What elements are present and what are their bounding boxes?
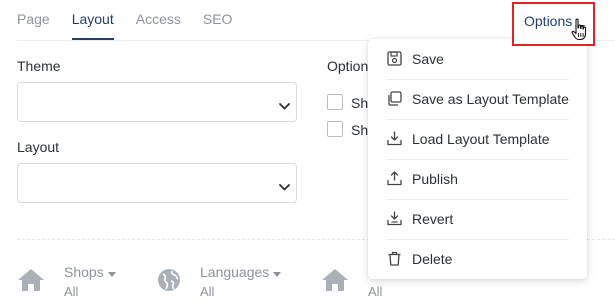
home-icon: [321, 268, 349, 295]
hand-cursor-icon: [571, 18, 589, 45]
trash-icon: [387, 251, 402, 269]
home-icon: [17, 268, 45, 295]
menu-item-load-template[interactable]: Load Layout Template: [368, 119, 587, 159]
tab-layout[interactable]: Layout: [71, 0, 114, 40]
options-dropdown-menu: Save Save as Layout Template Load Layout…: [368, 39, 587, 279]
menu-item-save-label: Save: [412, 51, 444, 67]
menu-item-publish[interactable]: Publish: [368, 159, 587, 199]
upload-icon: [387, 171, 402, 189]
option-checkbox-2-label: Sh: [351, 122, 369, 138]
chevron-down-icon: [279, 97, 290, 113]
chevron-down-icon: [279, 178, 290, 194]
tab-access[interactable]: Access: [136, 0, 181, 40]
third-value: All: [368, 284, 383, 299]
copy-icon: [387, 91, 402, 109]
revert-icon: [387, 211, 402, 229]
menu-item-revert-label: Revert: [412, 211, 454, 227]
globe-icon: [157, 268, 181, 295]
shops-selector[interactable]: Shops All: [17, 262, 137, 302]
menu-item-load-template-label: Load Layout Template: [412, 131, 550, 147]
download-icon: [387, 131, 402, 149]
theme-label: Theme: [17, 58, 61, 74]
tab-page[interactable]: Page: [17, 0, 50, 40]
menu-item-save-as-template-label: Save as Layout Template: [412, 91, 569, 107]
tab-bar: Page Layout Access SEO: [17, 0, 254, 40]
menu-item-save-as-template[interactable]: Save as Layout Template: [368, 79, 587, 119]
menu-item-publish-label: Publish: [412, 171, 458, 187]
languages-selector[interactable]: Languages All: [157, 262, 307, 302]
option-checkbox-1-label: Sh: [351, 95, 369, 111]
theme-select[interactable]: [17, 82, 297, 122]
layout-label: Layout: [17, 139, 60, 155]
options-label: Options: [524, 13, 573, 29]
shops-title: Shops: [64, 264, 116, 280]
shops-value: All: [64, 284, 79, 299]
option-checkbox-1[interactable]: [327, 94, 343, 110]
languages-title: Languages: [200, 264, 282, 280]
options-section-label: Option: [327, 58, 369, 74]
options-button[interactable]: Options: [512, 2, 595, 46]
menu-item-delete[interactable]: Delete: [368, 239, 587, 279]
tab-seo[interactable]: SEO: [203, 0, 233, 40]
menu-item-delete-label: Delete: [412, 251, 453, 267]
save-icon: [387, 51, 402, 69]
languages-value: All: [200, 284, 215, 299]
layout-select[interactable]: [17, 163, 297, 203]
option-checkbox-2[interactable]: [327, 121, 343, 137]
menu-item-revert[interactable]: Revert: [368, 199, 587, 239]
